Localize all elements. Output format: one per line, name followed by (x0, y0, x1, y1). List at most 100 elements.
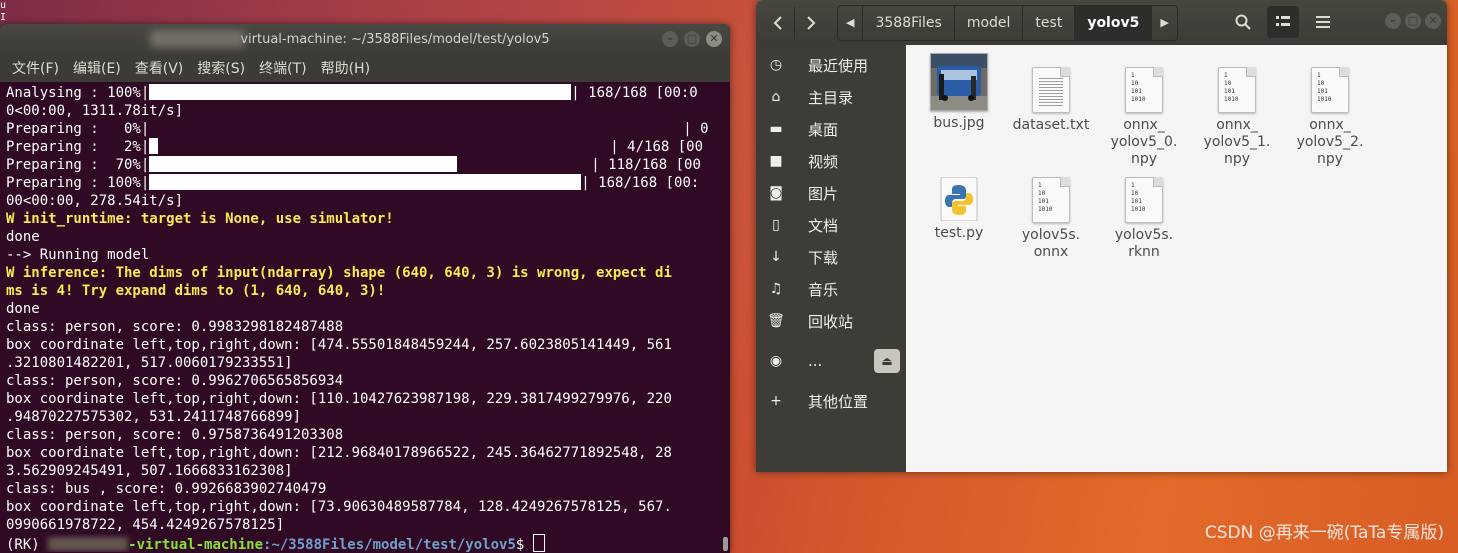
sidebar-item-other-locations[interactable]: + 其他位置 (756, 385, 906, 417)
terminal-line: class: person, score: 0.9758736491203308 (6, 427, 344, 443)
terminal-titlebar[interactable]: virtual-machine: ~/3588Files/model/test/… (0, 24, 730, 54)
terminal-line: class: person, score: 0.9962706565856934 (6, 373, 344, 389)
sidebar-item-desktop[interactable]: ▬ 桌面 (756, 113, 906, 145)
file-item[interactable]: 1 10 101 1010 onnx_ yolov5_2. npy (1285, 61, 1375, 168)
home-icon: ⌂ (771, 89, 781, 105)
maximize-button[interactable]: □ (1405, 13, 1421, 29)
terminal-line: class: bus , score: 0.9926683902740479 (6, 481, 327, 497)
terminal-line: Preparing : 100%| | 168/168 [00: (6, 174, 700, 191)
terminal-line: --> Running model (6, 247, 150, 263)
chevron-left-icon (773, 15, 782, 30)
progress-bar (149, 138, 159, 154)
file-item[interactable]: bus.jpg (914, 53, 1004, 132)
trash-icon: 🗑 (767, 313, 785, 329)
sidebar-item-documents[interactable]: ▯ 文档 (756, 209, 906, 241)
sidebar-item-music[interactable]: ♫ 音乐 (756, 273, 906, 305)
menu-terminal[interactable]: 终端(T) (259, 58, 306, 78)
file-name: test.py (934, 225, 984, 241)
places-sidebar: ◷ 最近使用 ⌂ 主目录 ▬ 桌面 ■ 视频 ◙ 图片 ▯ 文档 ↓ 下载 ♫ 音乐 🗑 回收站 … (756, 45, 906, 472)
file-item[interactable]: 1 10 101 1010 onnx_ yolov5_1. npy (1192, 61, 1282, 168)
sidebar-item-videos[interactable]: ■ 视频 (756, 145, 906, 177)
binary-file-icon: 1 10 101 1010 (1311, 67, 1349, 113)
terminal-window[interactable]: virtual-machine: ~/3588Files/model/test/… (0, 24, 730, 553)
file-item[interactable]: test.py (914, 171, 1004, 242)
sidebar-item-disc[interactable]: ◉... ⏏ (756, 345, 906, 377)
terminal-title: virtual-machine: ~/3588Files/model/test/… (240, 31, 550, 47)
file-manager-headerbar: ◀ 3588Files model test yolov5 ▶ – □ ✕ (756, 0, 1447, 45)
terminal-line: box coordinate left,top,right,down: [110… (6, 391, 672, 407)
terminal-line: done (6, 301, 40, 317)
video-icon: ■ (769, 153, 783, 169)
terminal-line: box coordinate left,top,right,down: [73.… (6, 499, 672, 515)
breadcrumb-item[interactable]: test (1023, 5, 1076, 40)
file-item[interactable]: 1 10 101 1010 yolov5s. onnx (1006, 171, 1096, 261)
menu-button[interactable] (1307, 6, 1339, 38)
document-icon: ▯ (772, 217, 780, 233)
file-name: bus.jpg (933, 115, 985, 131)
terminal-scrollbar[interactable] (723, 537, 728, 551)
redacted-username (150, 30, 245, 48)
minimize-button[interactable]: – (662, 31, 678, 47)
terminal-menubar: 文件(F) 编辑(E) 查看(V) 搜索(S) 终端(T) 帮助(H) (0, 54, 730, 82)
progress-bar (149, 84, 572, 100)
download-icon: ↓ (770, 249, 782, 265)
terminal-output[interactable]: Analysing : 100%| | 168/168 [00:0 0<00:00… (0, 82, 730, 553)
eject-button[interactable]: ⏏ (874, 349, 900, 373)
text-file-icon (1032, 67, 1070, 113)
breadcrumb-item-current[interactable]: yolov5 (1075, 5, 1153, 40)
camera-icon: ◙ (769, 185, 783, 201)
terminal-warning: ms is 4! Try expand dims to (1, 640, 640… (6, 283, 386, 299)
file-name: onnx_ yolov5_1. npy (1203, 117, 1271, 167)
file-name: yolov5s. rknn (1114, 227, 1174, 260)
progress-bar (149, 156, 458, 172)
terminal-line: .3210801482201, 517.0060179233551] (6, 355, 293, 371)
terminal-prompt[interactable]: (RK) -virtual-machine:~/3588Files/model/… (6, 534, 730, 552)
binary-file-icon: 1 10 101 1010 (1125, 177, 1163, 223)
binary-file-icon: 1 10 101 1010 (1125, 67, 1163, 113)
file-item[interactable]: 1 10 101 1010 yolov5s. rknn (1099, 171, 1189, 261)
folder-icon: ▬ (769, 121, 783, 137)
terminal-line: Preparing : 0%| | 0 (6, 121, 709, 137)
file-name: onnx_ yolov5_2. npy (1296, 117, 1364, 167)
menu-view[interactable]: 查看(V) (135, 58, 184, 78)
sidebar-item-downloads[interactable]: ↓ 下载 (756, 241, 906, 273)
maximize-button[interactable]: □ (684, 31, 700, 47)
sidebar-item-recent[interactable]: ◷ 最近使用 (756, 49, 906, 81)
file-item[interactable]: dataset.txt (1006, 61, 1096, 134)
terminal-line: 3.562909245491, 507.1666833162308] (6, 463, 293, 479)
terminal-line: Analysing : 100%| | 168/168 [00:0 (6, 84, 698, 101)
forward-button[interactable] (794, 6, 827, 39)
view-options-button[interactable] (1267, 6, 1299, 38)
music-icon: ♫ (769, 281, 783, 297)
file-name: dataset.txt (1012, 117, 1090, 133)
breadcrumb: ◀ 3588Files model test yolov5 ▶ (837, 4, 1178, 41)
breadcrumb-item[interactable]: 3588Files (863, 5, 955, 40)
menu-edit[interactable]: 编辑(E) (73, 58, 121, 78)
menu-search[interactable]: 搜索(S) (197, 58, 245, 78)
binary-file-icon: 1 10 101 1010 (1032, 177, 1070, 223)
file-item[interactable]: 1 10 101 1010 onnx_ yolov5_0. npy (1099, 61, 1189, 168)
sidebar-item-trash[interactable]: 🗑 回收站 (756, 305, 906, 337)
minimize-button[interactable]: – (1385, 13, 1401, 29)
terminal-warning: W init_runtime: target is None, use simu… (6, 211, 394, 227)
sidebar-item-home[interactable]: ⌂ 主目录 (756, 81, 906, 113)
breadcrumb-scroll-right[interactable]: ▶ (1152, 6, 1176, 40)
file-view[interactable]: bus.jpg dataset.txt 1 10 101 1010 onnx_ yol… (906, 45, 1447, 472)
breadcrumb-scroll-left[interactable]: ◀ (838, 5, 864, 40)
terminal-line: box coordinate left,top,right,down: [212… (6, 445, 672, 461)
terminal-line: class: person, score: 0.9983298182487488 (6, 319, 344, 335)
file-manager-window[interactable]: ◀ 3588Files model test yolov5 ▶ – □ ✕ ◷ 最… (756, 0, 1447, 472)
sidebar-item-pictures[interactable]: ◙ 图片 (756, 177, 906, 209)
terminal-line: 00<00:00, 278.54it/s] (6, 193, 184, 209)
breadcrumb-item[interactable]: model (955, 5, 1024, 40)
watermark: CSDN @再来一碗(TaTa专属版) (1204, 523, 1444, 543)
menu-file[interactable]: 文件(F) (12, 58, 59, 78)
search-button[interactable] (1227, 6, 1259, 38)
close-button[interactable]: ✕ (1425, 13, 1441, 29)
close-button[interactable]: ✕ (706, 31, 722, 47)
menu-help[interactable]: 帮助(H) (321, 58, 370, 78)
text-cursor (532, 534, 545, 552)
back-button[interactable] (762, 7, 794, 39)
edge-char: I (0, 12, 7, 23)
terminal-line: 0<00:00, 1311.78it/s] (6, 103, 184, 119)
